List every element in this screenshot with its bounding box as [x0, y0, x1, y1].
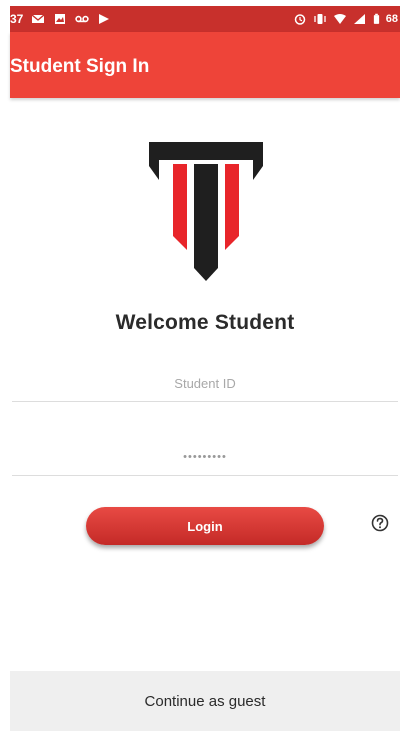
- app-bar: Student Sign In: [10, 32, 400, 98]
- student-id-field-wrapper: [12, 366, 398, 402]
- status-right: 68: [293, 11, 398, 27]
- battery-icon: [373, 13, 379, 24]
- help-icon[interactable]: [371, 514, 389, 532]
- play-store-icon: [99, 14, 110, 24]
- student-id-underline: [12, 401, 398, 402]
- app-title: Student Sign In: [10, 56, 150, 77]
- password-input[interactable]: [12, 440, 398, 474]
- vibrate-icon: [314, 14, 326, 24]
- status-time: 37: [10, 12, 24, 26]
- mail-icon: [31, 14, 45, 23]
- gallery-icon: [55, 14, 66, 24]
- university-shield-logo: [149, 142, 263, 281]
- student-id-input[interactable]: [12, 366, 398, 400]
- status-bar: 37 68: [10, 6, 400, 32]
- wifi-icon: [333, 14, 346, 24]
- password-underline: [12, 475, 398, 476]
- continue-as-guest-label: Continue as guest: [144, 692, 266, 710]
- voicemail-icon: [75, 15, 90, 23]
- welcome-heading: Welcome Student: [115, 311, 295, 334]
- sign-in-screen: 37 68 Student Sign In Welcome Student St…: [0, 0, 400, 731]
- login-button-label: Login: [187, 518, 223, 534]
- continue-as-guest-button[interactable]: Continue as guest: [10, 671, 400, 731]
- status-left: 37: [10, 11, 111, 27]
- password-field-wrapper: [12, 440, 398, 476]
- alarm-icon: [294, 14, 305, 25]
- login-button[interactable]: Login: [86, 507, 324, 545]
- signal-icon: [353, 14, 365, 24]
- battery-level: 68: [385, 13, 398, 25]
